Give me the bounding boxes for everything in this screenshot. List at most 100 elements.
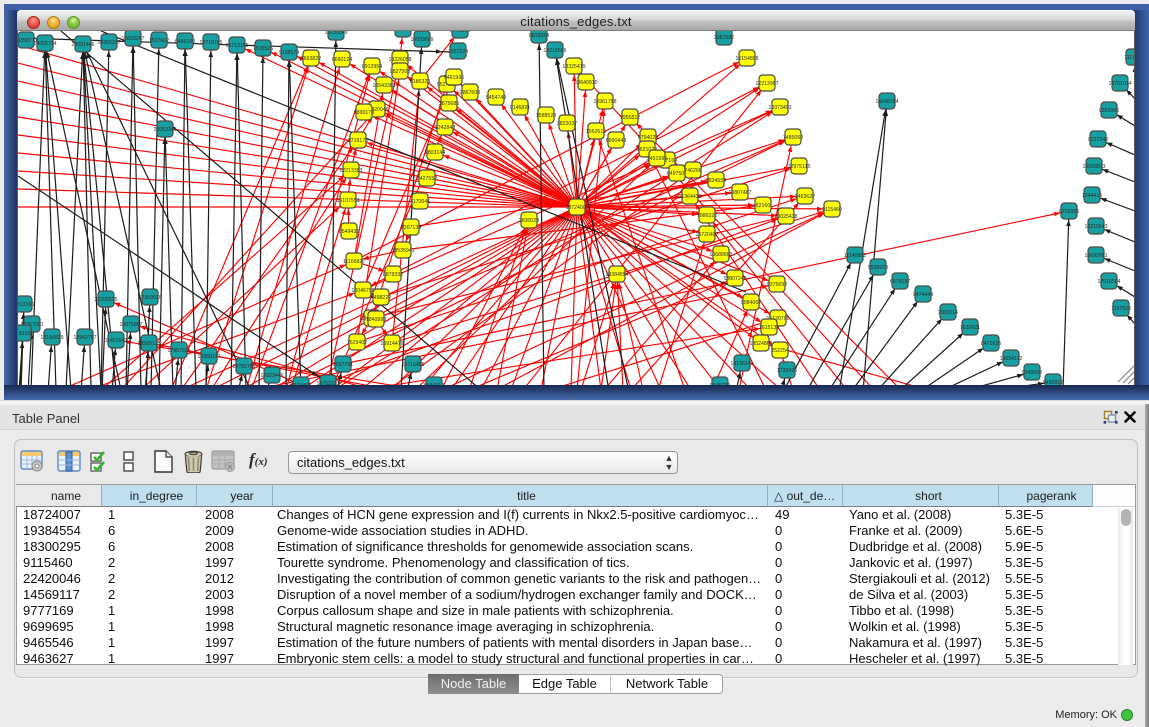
svg-text:16033809: 16033809 <box>410 37 433 43</box>
svg-text:14055714: 14055714 <box>33 41 56 47</box>
svg-text:11166827: 11166827 <box>343 259 365 265</box>
svg-text:10719155: 10719155 <box>199 40 222 46</box>
svg-text:14136141: 14136141 <box>730 361 753 367</box>
svg-text:12942757: 12942757 <box>73 335 96 341</box>
svg-text:7955812: 7955812 <box>620 115 640 121</box>
svg-text:16914479: 16914479 <box>380 341 403 347</box>
svg-text:12975115: 12975115 <box>788 164 811 170</box>
svg-text:252254: 252254 <box>771 348 788 354</box>
svg-text:7515526: 7515526 <box>253 46 273 52</box>
svg-text:2313166: 2313166 <box>18 302 34 308</box>
svg-text:8912954: 8912954 <box>362 64 382 70</box>
svg-text:3875685: 3875685 <box>439 101 459 107</box>
svg-text:9474444: 9474444 <box>913 292 933 298</box>
svg-text:9084067: 9084067 <box>741 300 761 306</box>
svg-text:13156829: 13156829 <box>40 335 63 341</box>
svg-text:9329966: 9329966 <box>1099 108 1119 114</box>
svg-text:10975887: 10975887 <box>119 322 142 328</box>
svg-text:16782759: 16782759 <box>232 364 255 370</box>
svg-text:1083521: 1083521 <box>393 31 413 33</box>
svg-text:2718170: 2718170 <box>348 138 368 144</box>
svg-text:1562615: 1562615 <box>586 129 606 135</box>
svg-text:16210643: 16210643 <box>1084 224 1107 230</box>
svg-text:10688609: 10688609 <box>709 252 732 258</box>
svg-text:17957225: 17957225 <box>167 348 190 354</box>
svg-text:1615132: 1615132 <box>759 325 779 331</box>
svg-text:10807487: 10807487 <box>728 190 751 196</box>
svg-text:5461996: 5461996 <box>444 75 464 81</box>
svg-text:10958107: 10958107 <box>197 354 220 360</box>
svg-text:10654112: 10654112 <box>1000 356 1023 362</box>
svg-text:9645779: 9645779 <box>710 383 730 385</box>
svg-text:9227342: 9227342 <box>1088 137 1108 143</box>
svg-text:9174403: 9174403 <box>291 383 311 385</box>
svg-text:8186323: 8186323 <box>410 79 430 85</box>
svg-text:2933114: 2933114 <box>938 310 958 316</box>
svg-text:7625402: 7625402 <box>347 340 367 346</box>
svg-text:2830023: 2830023 <box>519 218 539 224</box>
svg-text:8813054: 8813054 <box>529 33 549 39</box>
svg-text:7663822: 7663822 <box>301 56 321 62</box>
svg-text:12213383: 12213383 <box>339 168 362 174</box>
svg-text:6466160: 6466160 <box>175 39 195 45</box>
svg-text:15692951: 15692951 <box>1084 253 1107 259</box>
svg-text:1244415: 1244415 <box>1082 193 1102 199</box>
svg-text:18724007: 18724007 <box>565 205 588 211</box>
svg-text:4498222: 4498222 <box>371 295 391 301</box>
svg-text:11451941: 11451941 <box>105 338 128 344</box>
svg-text:17359928: 17359928 <box>138 295 161 301</box>
svg-text:16154808: 16154808 <box>735 56 758 62</box>
svg-text:8471626: 8471626 <box>981 341 1001 347</box>
svg-text:1840993: 1840993 <box>366 317 386 323</box>
svg-text:5938923: 5938923 <box>868 265 888 271</box>
svg-text:9375692: 9375692 <box>767 282 787 288</box>
svg-text:8427552: 8427552 <box>417 176 437 182</box>
svg-text:3824554: 3824554 <box>706 178 726 184</box>
svg-text:8454749: 8454749 <box>486 95 506 101</box>
svg-text:9450912: 9450912 <box>1043 380 1063 385</box>
svg-text:9115460: 9115460 <box>822 207 842 213</box>
svg-text:18640910: 18640910 <box>574 80 597 86</box>
svg-text:13226058: 13226058 <box>388 57 411 63</box>
svg-text:16648784: 16648784 <box>875 99 898 105</box>
svg-text:9657791: 9657791 <box>333 362 353 368</box>
svg-text:2803144: 2803144 <box>425 150 445 156</box>
svg-text:19218506: 19218506 <box>543 48 566 54</box>
svg-text:9242848: 9242848 <box>435 125 455 131</box>
svg-text:17016504: 17016504 <box>1097 279 1120 285</box>
svg-text:6879197: 6879197 <box>890 279 910 285</box>
svg-text:7485063: 7485063 <box>783 135 803 141</box>
svg-text:8934212: 8934212 <box>424 383 444 385</box>
svg-text:21364436: 21364436 <box>678 194 701 200</box>
svg-text:3822037: 3822037 <box>557 121 577 127</box>
svg-text:20053346: 20053346 <box>153 127 176 133</box>
svg-text:1167533: 1167533 <box>1111 306 1131 312</box>
svg-text:16713155: 16713155 <box>225 43 248 49</box>
svg-text:20206535: 20206535 <box>94 297 117 303</box>
svg-text:18807249: 18807249 <box>723 276 746 282</box>
svg-text:12213967: 12213967 <box>755 81 778 87</box>
svg-text:8990448: 8990448 <box>606 138 626 144</box>
svg-text:10025438: 10025438 <box>774 214 797 220</box>
svg-text:12923446: 12923446 <box>260 373 283 379</box>
svg-text:16107553: 16107553 <box>336 198 359 204</box>
svg-text:1117123: 1117123 <box>1124 55 1135 61</box>
svg-text:6549435: 6549435 <box>339 229 359 235</box>
svg-text:10973493: 10973493 <box>768 105 791 111</box>
svg-text:8267130: 8267130 <box>401 225 421 231</box>
svg-text:9193150: 9193150 <box>18 331 33 337</box>
svg-text:13535941: 13535941 <box>391 248 414 254</box>
svg-text:15751074: 15751074 <box>1108 81 1131 87</box>
svg-text:16752291: 16752291 <box>316 381 339 385</box>
svg-text:18356377: 18356377 <box>97 40 120 46</box>
svg-text:15716485: 15716485 <box>401 362 424 368</box>
svg-text:2867608: 2867608 <box>460 90 480 96</box>
svg-text:2087682: 2087682 <box>714 35 734 41</box>
svg-text:11140953: 11140953 <box>844 253 866 259</box>
svg-text:13524861: 13524861 <box>749 341 772 347</box>
svg-text:62160: 62160 <box>756 203 771 209</box>
svg-text:8660124: 8660124 <box>332 57 352 63</box>
svg-text:16543382: 16543382 <box>372 83 395 89</box>
svg-text:19384554: 19384554 <box>605 272 628 278</box>
svg-text:8878332: 8878332 <box>383 272 403 278</box>
